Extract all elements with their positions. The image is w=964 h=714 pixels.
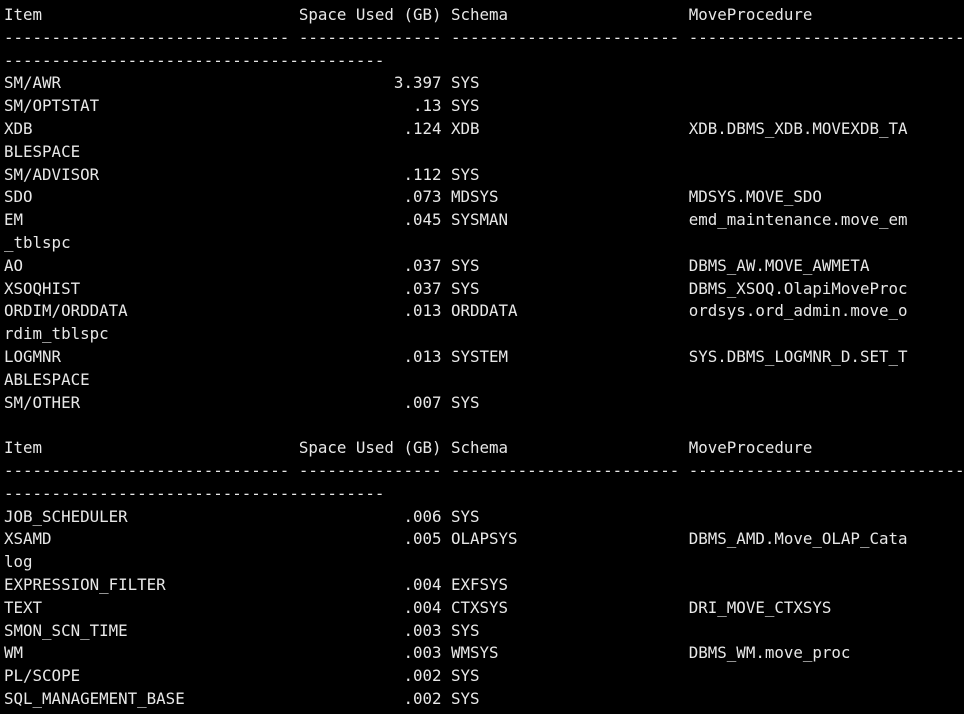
- terminal-line: ------------------------------ ---------…: [4, 27, 964, 47]
- terminal-line: PL/SCOPE .002 SYS: [4, 666, 480, 686]
- terminal-line: ----------------------------------------: [4, 50, 385, 70]
- terminal-line: EM .045 SYSMAN emd_maintenance.move_em: [4, 210, 908, 230]
- terminal-line: XDB .124 XDB XDB.DBMS_XDB.MOVEXDB_TA: [4, 118, 908, 138]
- terminal-line: ABLESPACE: [4, 369, 90, 389]
- terminal-line: log: [4, 552, 33, 572]
- terminal-line: SM/OTHER .007 SYS: [4, 392, 480, 412]
- terminal-line: LOGMNR .013 SYSTEM SYS.DBMS_LOGMNR_D.SET…: [4, 346, 908, 366]
- terminal-line: BLESPACE: [4, 141, 81, 161]
- terminal-line: _tblspc: [4, 232, 71, 252]
- terminal-line: AO .037 SYS DBMS_AW.MOVE_AWMETA: [4, 255, 870, 275]
- terminal-line: SDO .073 MDSYS MDSYS.MOVE_SDO: [4, 187, 822, 207]
- terminal-line: XSOQHIST .037 SYS DBMS_XSOQ.OlapiMovePro…: [4, 278, 908, 298]
- terminal-line: SQL_MANAGEMENT_BASE .002 SYS: [4, 688, 480, 708]
- terminal-line: ----------------------------------------: [4, 483, 385, 503]
- terminal-line: SM/OPTSTAT .13 SYS: [4, 96, 480, 116]
- terminal-line: SMON_SCN_TIME .003 SYS: [4, 620, 480, 640]
- terminal-line: SM/AWR 3.397 SYS: [4, 73, 480, 93]
- terminal-line: rdim_tblspc: [4, 324, 109, 344]
- terminal-output: Item Space Used (GB) Schema MoveProcedur…: [0, 0, 964, 714]
- terminal-line: Item Space Used (GB) Schema MoveProcedur…: [4, 438, 813, 458]
- terminal-line: XSAMD .005 OLAPSYS DBMS_AMD.Move_OLAP_Ca…: [4, 529, 908, 549]
- terminal-line: ------------------------------ ---------…: [4, 460, 964, 480]
- terminal-line: SM/ADVISOR .112 SYS: [4, 164, 480, 184]
- terminal-line: ORDIM/ORDDATA .013 ORDDATA ordsys.ord_ad…: [4, 301, 908, 321]
- terminal-line: Item Space Used (GB) Schema MoveProcedur…: [4, 5, 813, 24]
- terminal-line: TEXT .004 CTXSYS DRI_MOVE_CTXSYS: [4, 597, 832, 617]
- terminal-line: EXPRESSION_FILTER .004 EXFSYS: [4, 574, 509, 594]
- terminal-line: WM .003 WMSYS DBMS_WM.move_proc: [4, 643, 851, 663]
- terminal-line: JOB_SCHEDULER .006 SYS: [4, 506, 480, 526]
